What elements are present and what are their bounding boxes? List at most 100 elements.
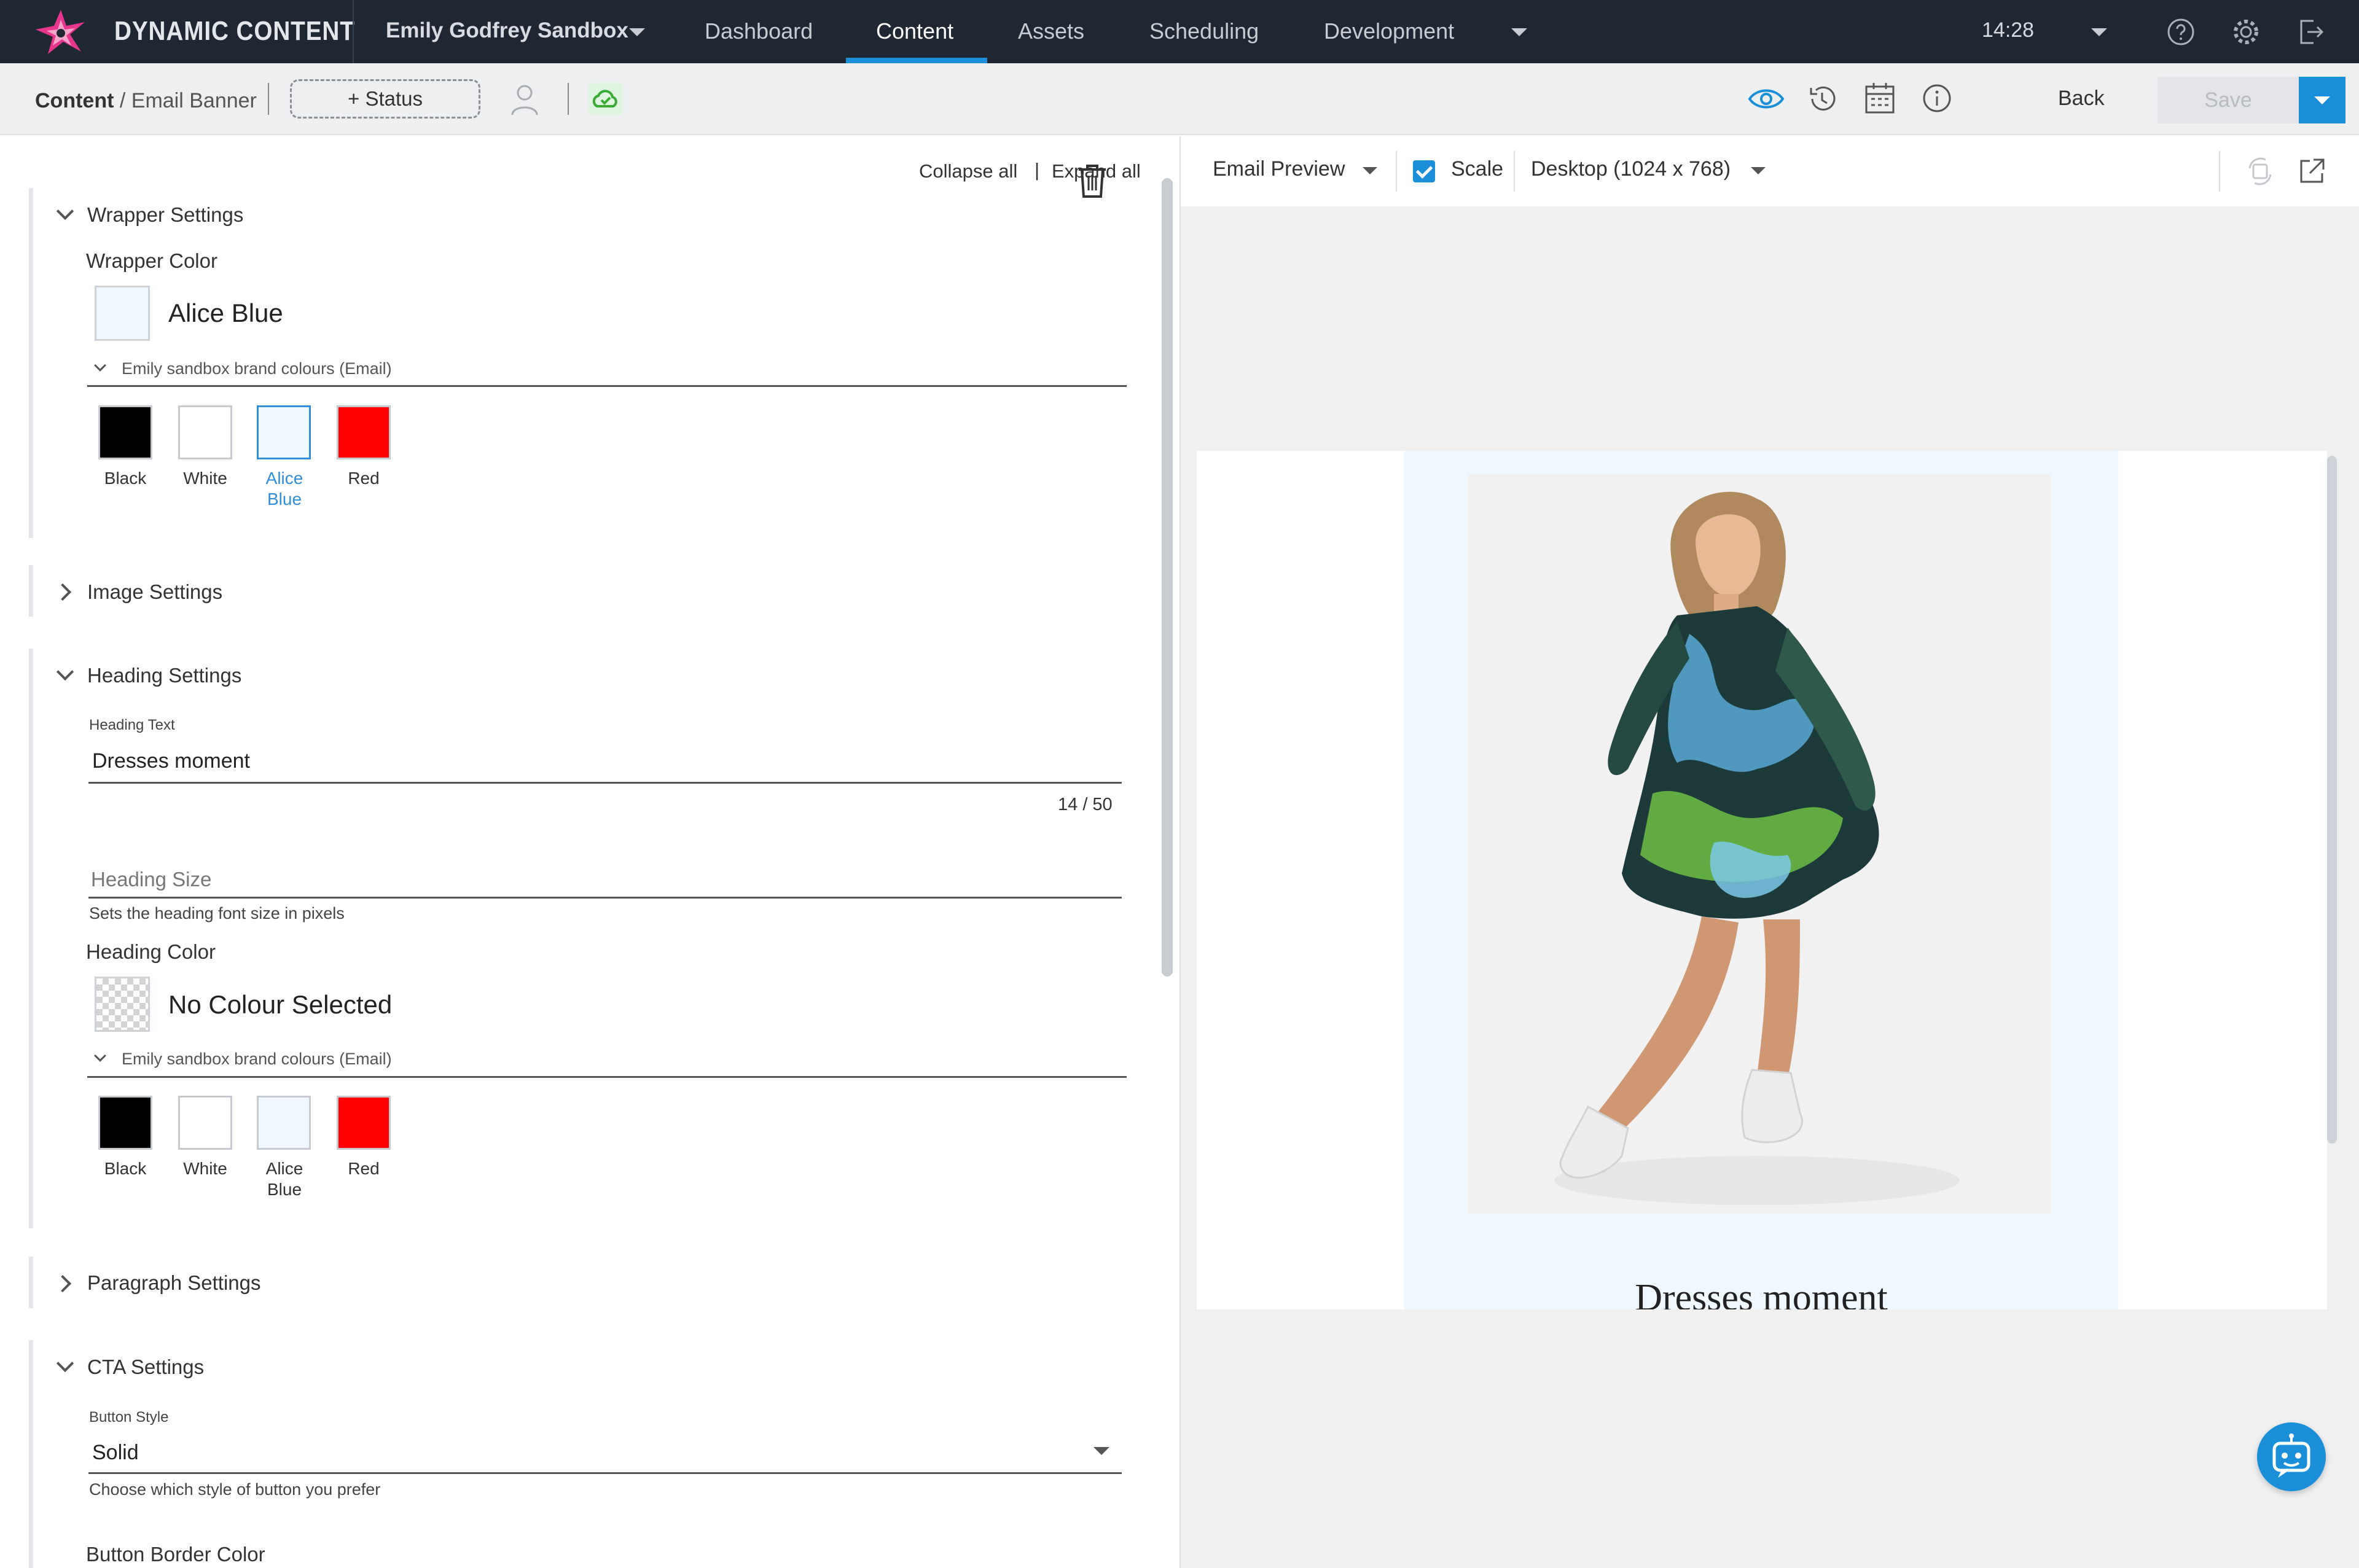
chatbot-assistant-icon[interactable] [2257,1422,2326,1491]
cta-settings-toggle[interactable]: CTA Settings [87,1355,204,1379]
heading-color-swatch[interactable] [95,977,150,1032]
nav-development[interactable]: Development [1324,18,1454,44]
swatch-label: White [183,1159,227,1178]
button-style-select[interactable]: Solid [92,1441,139,1465]
swatch-label: Black [104,1159,147,1178]
section-rail [29,565,33,617]
section-rail [29,1257,33,1308]
clock: 14:28 [1982,18,2035,42]
nav-assets[interactable]: Assets [1018,18,1084,44]
swatch-label: White [183,469,227,488]
breadcrumb-root[interactable]: Content [35,89,114,112]
button-style-helper: Choose which style of button you prefer [89,1480,381,1499]
history-icon[interactable] [1806,83,1838,115]
wrapper-color-label: Wrapper Color [86,249,217,272]
timezone-dropdown-icon[interactable] [2091,28,2107,36]
chevron-down-icon[interactable] [1093,1447,1109,1455]
email-heading: Dresses moment [1635,1277,1888,1309]
swatch-black[interactable] [98,1096,152,1150]
dynamic-content-logo-icon[interactable] [34,9,87,55]
development-dropdown-icon[interactable] [1511,28,1527,36]
swatch-label-line: Blue [267,1180,302,1199]
cloud-sync-icon[interactable] [587,82,624,116]
heading-size-helper: Sets the heading font size in pixels [89,904,345,922]
calendar-icon[interactable] [1864,82,1896,115]
chevron-down-icon[interactable] [1363,167,1377,174]
wrapper-settings-toggle[interactable]: Wrapper Settings [87,203,243,227]
heading-color-label: Heading Color [86,940,216,963]
swatch-black[interactable] [98,405,152,459]
nav-separator [353,0,354,63]
swatch-white[interactable] [178,405,232,459]
rotate-device-icon[interactable] [2245,156,2275,187]
scale-checkbox[interactable] [1413,160,1435,182]
back-button[interactable]: Back [2058,87,2105,111]
toolbar-divider [268,83,269,115]
section-rail [29,1340,33,1568]
palette-divider [87,1076,1127,1078]
wrapper-color-value: Alice Blue [168,298,283,327]
save-options-button[interactable] [2299,77,2345,123]
swatch-label: Alice Blue [248,468,321,510]
swatch-alice-blue[interactable] [257,1096,311,1150]
toolbar-divider [2219,151,2220,192]
section-rail [29,188,33,538]
hub-selector[interactable]: Emily Godfrey Sandbox [386,18,628,43]
preview-mode-select[interactable]: Email Preview [1213,157,1345,181]
heading-text-counter: 14 / 50 [1058,795,1113,814]
nav-scheduling[interactable]: Scheduling [1149,18,1259,44]
save-button[interactable]: Save [2158,77,2299,123]
toolbar-divider [1396,151,1397,192]
hub-dropdown-icon[interactable] [629,28,645,36]
trash-icon[interactable] [1076,163,1108,199]
open-external-icon[interactable] [2298,157,2326,185]
image-settings-toggle[interactable]: Image Settings [87,580,222,604]
help-icon[interactable] [2166,17,2196,47]
preview-scrollbar[interactable] [2327,456,2337,1144]
content-form-panel [0,136,1180,1568]
link-divider: | [1035,159,1040,181]
device-select[interactable]: Desktop (1024 x 768) [1531,157,1731,181]
info-icon[interactable] [1922,83,1952,114]
wrapper-color-swatch[interactable] [95,286,150,341]
top-navigation-bar: DYNAMIC CONTENT Emily Godfrey Sandbox Da… [0,0,2359,63]
preview-toolbar: Email Preview Scale Desktop (1024 x 768) [1181,136,2359,206]
swatch-label: Red [348,469,380,488]
heading-text-input[interactable]: Dresses moment [92,749,250,773]
content-toolbar: Content / Email Banner + Status Back Sav… [0,63,2359,135]
swatch-red[interactable] [337,405,391,459]
heading-text-underline [88,782,1122,784]
active-tab-indicator [846,58,987,63]
swatch-alice-blue[interactable] [257,405,311,459]
button-style-label: Button Style [89,1409,169,1426]
assignee-user-icon[interactable] [507,82,542,116]
swatch-label: Alice Blue [248,1158,321,1200]
button-border-color-label: Button Border Color [86,1543,265,1566]
swatch-label-line: Blue [267,490,302,509]
toolbar-divider [1514,151,1515,192]
swatch-label-line: Alice [265,469,303,488]
heading-size-underline [88,897,1122,899]
nav-content[interactable]: Content [876,18,953,44]
swatch-white[interactable] [178,1096,232,1150]
email-preview-frame: Dresses moment [1197,451,2327,1309]
heading-size-input[interactable]: Heading Size [91,868,211,891]
logout-icon[interactable] [2296,17,2326,47]
swatch-red[interactable] [337,1096,391,1150]
email-wrapper: Dresses moment [1404,451,2118,1309]
breadcrumb-current: / Email Banner [119,89,257,112]
add-status-button[interactable]: + Status [290,79,480,119]
gear-icon[interactable] [2231,17,2261,47]
collapse-all-link[interactable]: Collapse all [919,160,1017,182]
chevron-down-icon [2314,96,2330,104]
palette-label: Emily sandbox brand colours (Email) [122,1050,392,1068]
banner-image [1468,474,2051,1214]
scale-label: Scale [1451,157,1504,181]
heading-settings-toggle[interactable]: Heading Settings [87,664,241,687]
paragraph-settings-toggle[interactable]: Paragraph Settings [87,1271,261,1295]
form-scrollbar[interactable] [1162,178,1173,977]
nav-dashboard[interactable]: Dashboard [705,18,813,44]
preview-eye-icon[interactable] [1747,83,1785,115]
palette-divider [87,385,1127,387]
chevron-down-icon[interactable] [1751,167,1766,174]
